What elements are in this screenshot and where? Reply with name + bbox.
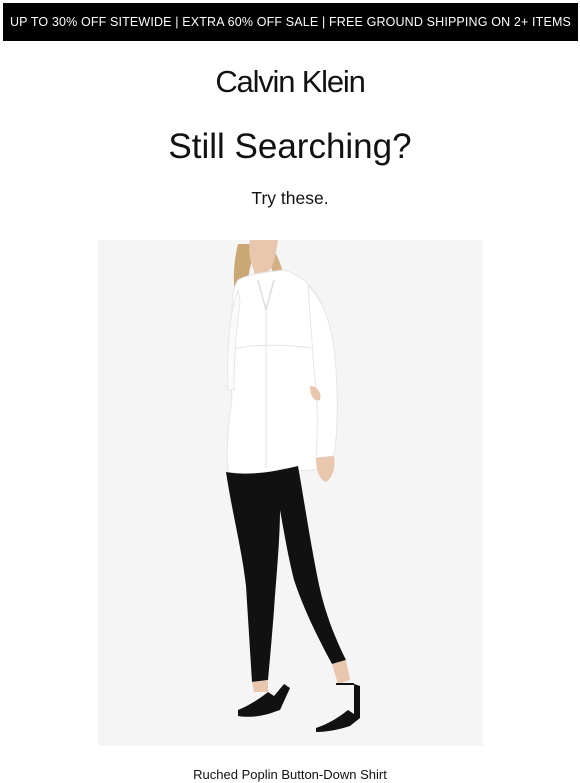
promo-banner[interactable]: UP TO 30% OFF SITEWIDE | EXTRA 60% OFF S… [3,3,578,41]
product-photo-icon [98,240,483,746]
product-name-link[interactable]: Ruched Poplin Button-Down Shirt [0,767,580,783]
brand-logo[interactable]: Calvin Klein [0,64,580,100]
promo-banner-text: UP TO 30% OFF SITEWIDE | EXTRA 60% OFF S… [9,15,572,29]
product-image[interactable] [98,240,483,746]
page-title: Still Searching? [168,127,412,166]
subtitle: Try these. [251,188,329,208]
